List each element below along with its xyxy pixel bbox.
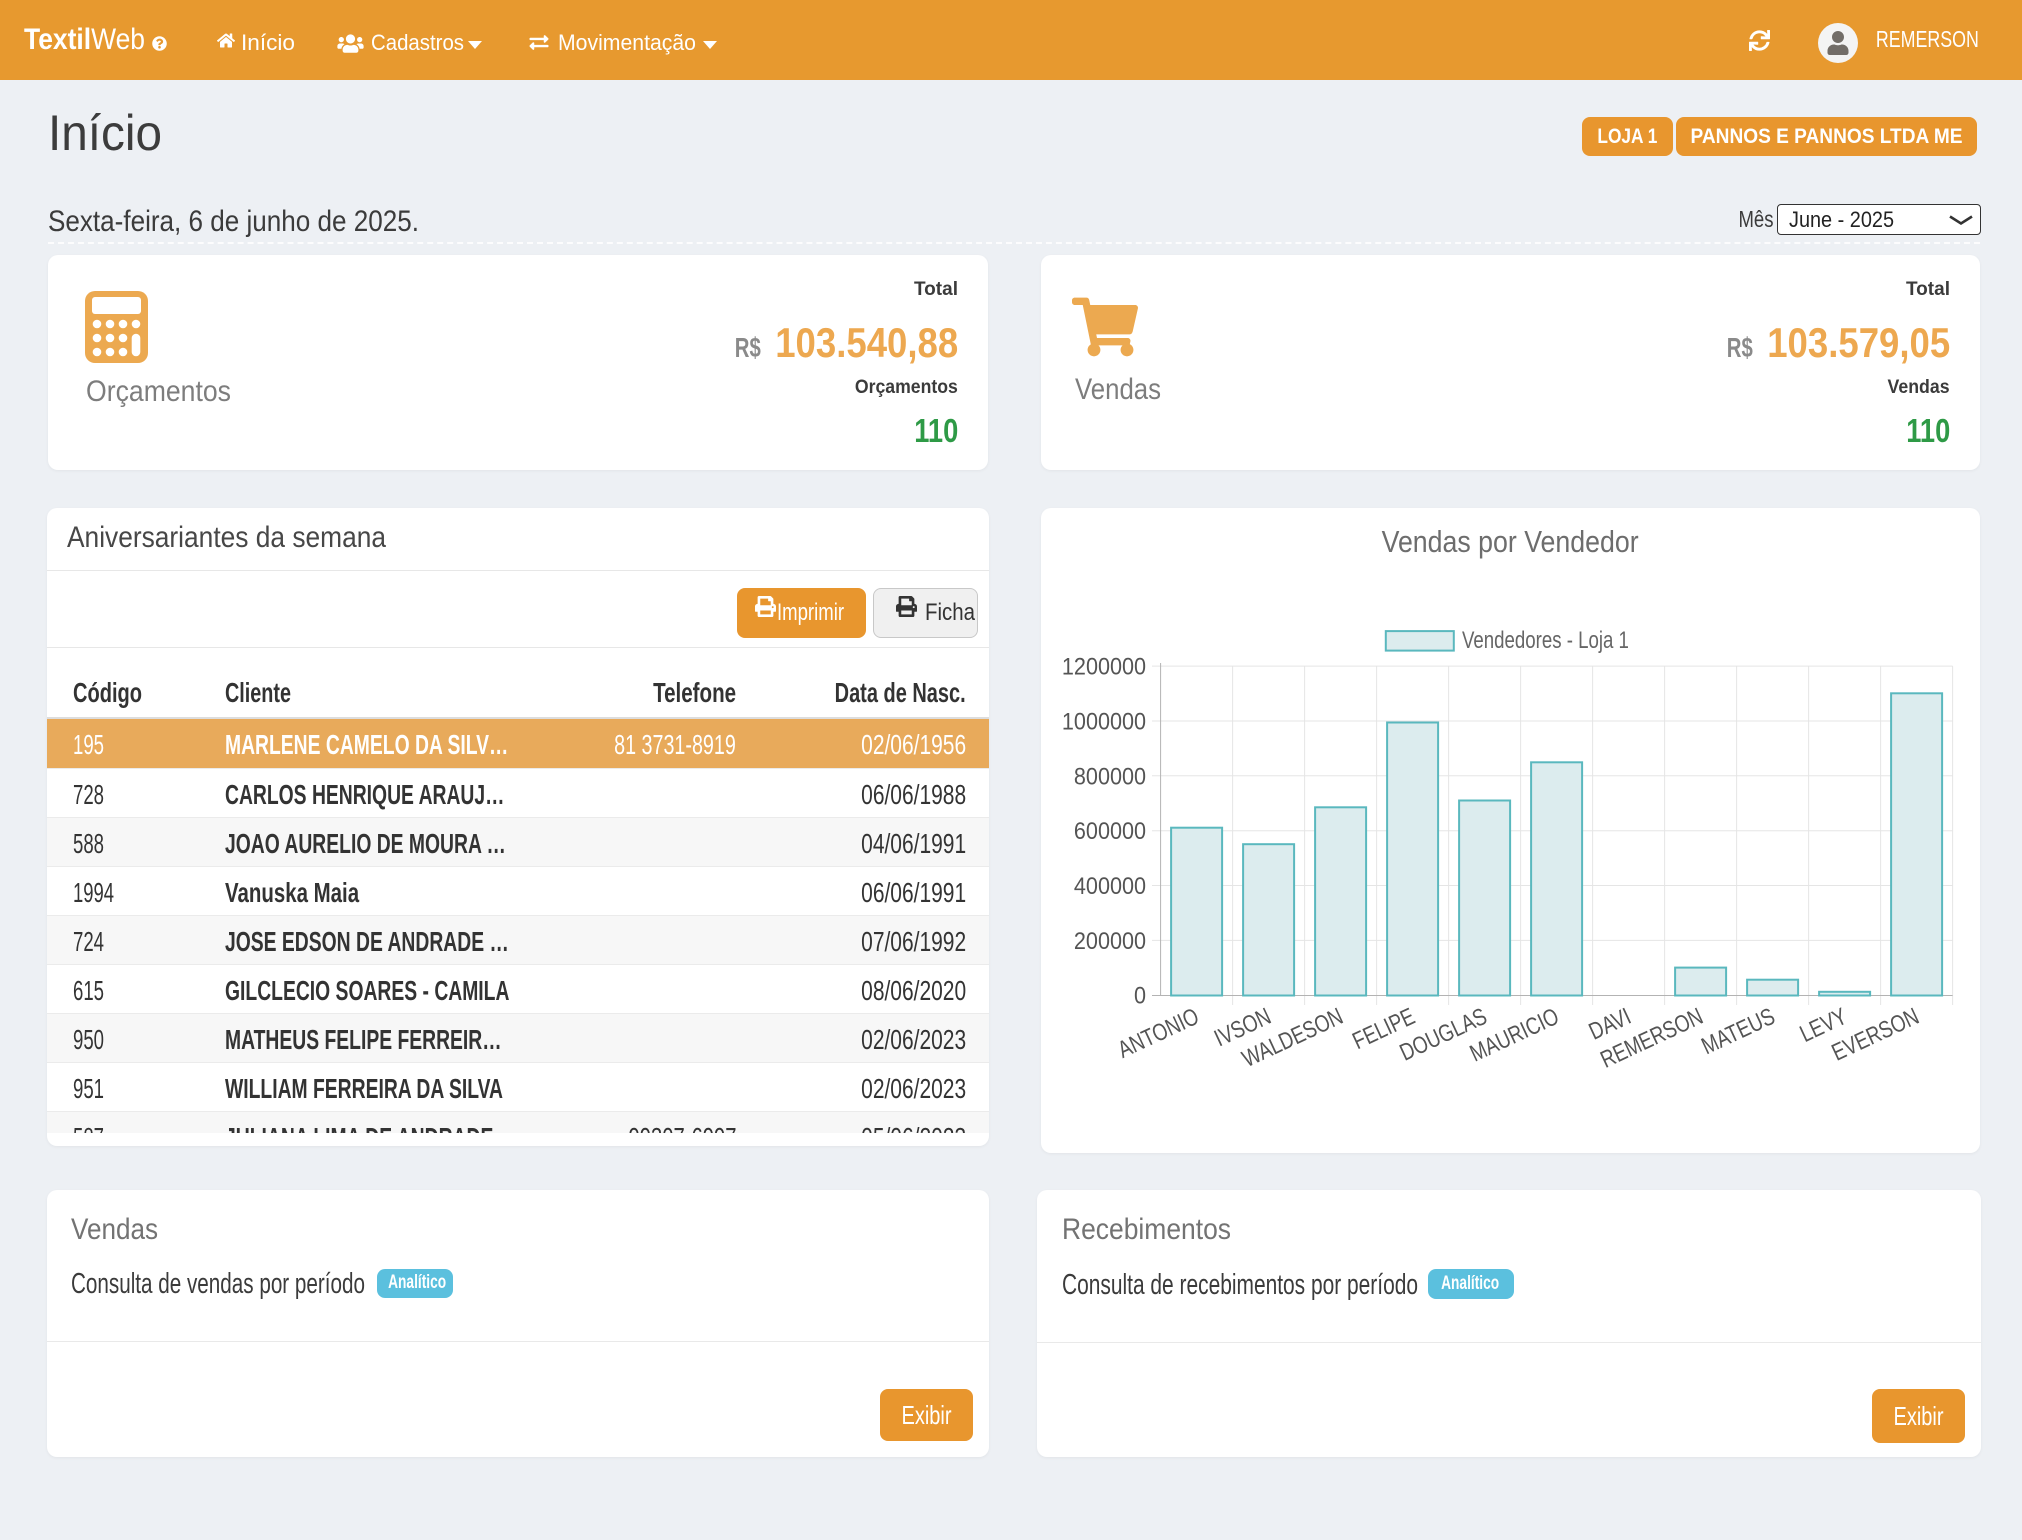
svg-text:800000: 800000 bbox=[1074, 762, 1146, 789]
svg-text:1000000: 1000000 bbox=[1062, 707, 1146, 734]
svg-text:ANTONIO: ANTONIO bbox=[1113, 1002, 1203, 1063]
svg-text:200000: 200000 bbox=[1074, 927, 1146, 954]
svg-text:600000: 600000 bbox=[1074, 817, 1146, 844]
svg-text:Vendedores - Loja 1: Vendedores - Loja 1 bbox=[1462, 627, 1629, 654]
svg-text:1200000: 1200000 bbox=[1062, 653, 1146, 680]
svg-text:400000: 400000 bbox=[1074, 872, 1146, 899]
svg-text:MATEUS: MATEUS bbox=[1697, 1002, 1779, 1060]
svg-text:0: 0 bbox=[1134, 982, 1146, 1009]
